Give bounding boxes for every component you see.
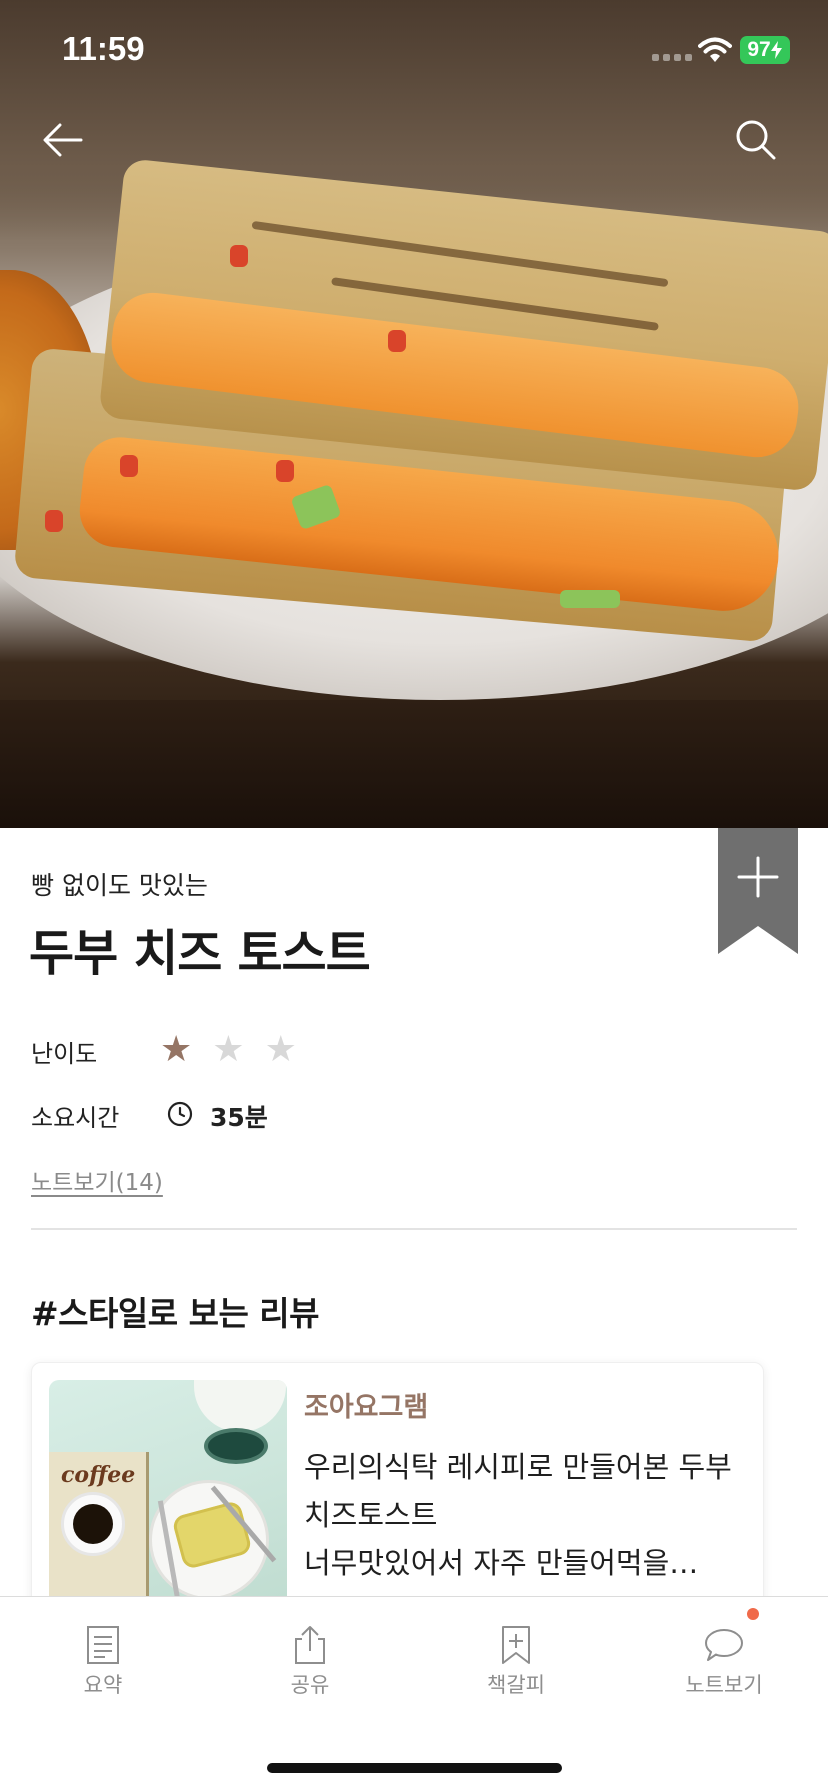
recipe-subtitle: 빵 없이도 맛있는 — [31, 871, 208, 900]
tab-notes[interactable]: 노트보기 — [664, 1625, 784, 1705]
star-filled-icon: ★ — [160, 1029, 193, 1070]
tab-notes-label: 노트보기 — [685, 1673, 763, 1697]
notes-link[interactable]: 노트보기(14) — [31, 1163, 163, 1197]
hero-veg — [388, 330, 406, 352]
time-label: 소요시간 — [31, 1104, 120, 1132]
hero-veg — [230, 245, 248, 267]
difficulty-rating: ★ ★ ★ — [160, 1026, 297, 1074]
tab-bookmark[interactable]: 책갈피 — [456, 1625, 576, 1705]
chat-bubble-icon — [705, 1629, 743, 1661]
tab-share[interactable]: 공유 — [250, 1625, 370, 1705]
thumb-coffee — [73, 1504, 113, 1544]
tab-share-label: 공유 — [290, 1673, 330, 1697]
hero-table — [0, 700, 828, 828]
thumb-lamp — [194, 1380, 286, 1432]
thumb-book-title: coffee — [61, 1462, 136, 1488]
recipe-title: 두부 치즈 토스트 — [29, 925, 371, 982]
document-icon — [87, 1626, 119, 1664]
battery-indicator: 97 — [740, 36, 790, 64]
hero-veg — [560, 590, 620, 608]
hero-veg — [45, 510, 63, 532]
recipe-hero-image — [0, 0, 828, 828]
thumb-lamp-base — [204, 1428, 268, 1464]
review-section-title: #스타일로 보는 리뷰 — [31, 1294, 320, 1333]
notification-dot — [747, 1608, 759, 1620]
hero-veg — [276, 460, 294, 482]
tab-bookmark-label: 책갈피 — [487, 1673, 545, 1697]
arrow-left-icon — [43, 123, 83, 157]
share-icon — [295, 1626, 325, 1664]
tab-summary-label: 요약 — [83, 1673, 123, 1697]
tab-summary[interactable]: 요약 — [43, 1625, 163, 1705]
review-thumbnail: coffee — [49, 1380, 287, 1610]
hero-veg — [120, 455, 138, 477]
search-icon — [736, 120, 776, 160]
star-empty-icon: ★ — [212, 1029, 245, 1070]
search-button[interactable] — [726, 110, 786, 170]
clock-icon — [167, 1101, 193, 1127]
bookmark-add-icon — [502, 1626, 530, 1664]
charging-bolt-icon — [770, 41, 782, 59]
star-empty-icon: ★ — [264, 1029, 297, 1070]
divider — [31, 1228, 797, 1230]
status-time: 11:59 — [62, 30, 145, 67]
home-indicator[interactable] — [267, 1763, 562, 1773]
battery-level: 97 — [747, 38, 771, 61]
time-value: 35분 — [210, 1103, 268, 1132]
review-author[interactable]: 조아요그램 — [304, 1385, 428, 1424]
difficulty-label: 난이도 — [31, 1040, 98, 1068]
review-text: 우리의식탁 레시피로 만들어본 두부치즈토스트 너무맛있어서 자주 만들어먹을… — [304, 1450, 732, 1580]
wifi-icon — [698, 37, 732, 62]
cellular-signal-icon — [652, 54, 692, 61]
bookmark-ribbon-button[interactable] — [718, 828, 798, 954]
back-button[interactable] — [33, 110, 93, 170]
